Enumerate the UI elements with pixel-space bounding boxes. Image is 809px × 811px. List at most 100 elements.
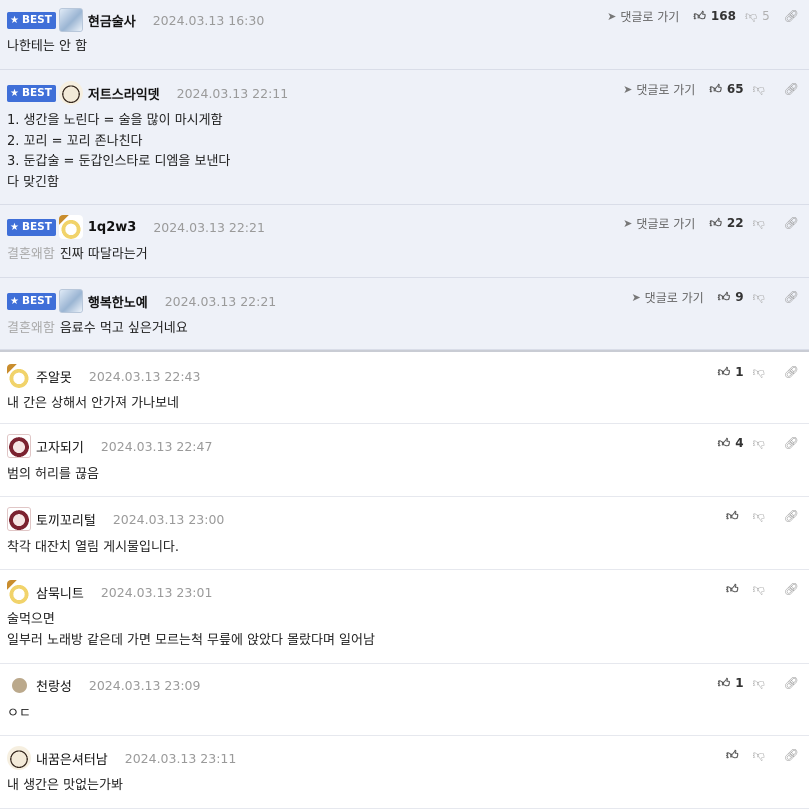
nickname[interactable]: 삼묵니트 bbox=[36, 583, 84, 602]
best-badge: ★ BEST bbox=[7, 292, 56, 310]
avatar[interactable] bbox=[58, 215, 83, 239]
comment-text: 결혼왜함 음료수 먹고 싶은거네요 bbox=[7, 321, 188, 336]
like-button[interactable]: 👍︎ 168 bbox=[693, 9, 736, 24]
comment: 주알못 2024.03.13 22:43 👍︎ 1 👎︎ 🔗︎ 내 간은 상해서 … bbox=[0, 352, 809, 424]
comment-text: 결혼왜함 진짜 따달라는거 bbox=[7, 247, 148, 262]
nickname[interactable]: 주알못 bbox=[36, 367, 72, 386]
thumbs-up-icon: 👍︎ bbox=[717, 289, 731, 304]
best-comment: ★ BEST 행복한노예 2024.03.13 22:21 ➤ 댓글로 가기 👍︎ 9… bbox=[0, 278, 809, 350]
avatar[interactable] bbox=[58, 289, 83, 313]
like-button[interactable]: 👍︎ 1 bbox=[718, 676, 744, 691]
thumbs-down-icon: 👎︎ bbox=[752, 435, 765, 450]
avatar[interactable] bbox=[58, 8, 83, 32]
comment-text: 술먹으면 일부러 노래방 같은데 가면 모르는척 무릎에 앉았다 몰랐다며 일어… bbox=[7, 612, 375, 648]
comment-date: 2024.03.13 23:01 bbox=[100, 584, 213, 600]
dislike-button[interactable]: 👎︎ bbox=[753, 582, 770, 597]
thumbs-down-icon: 👎︎ bbox=[752, 508, 765, 523]
comment-date: 2024.03.13 23:09 bbox=[88, 677, 201, 693]
comment-date: 2024.03.13 22:43 bbox=[88, 368, 201, 384]
comment-text: 착각 대잔치 열림 게시물입니다. bbox=[7, 540, 180, 555]
link-icon[interactable]: 🔗︎ bbox=[784, 82, 799, 96]
thumbs-down-icon: 👎︎ bbox=[752, 364, 765, 379]
like-button[interactable]: 👍︎ bbox=[726, 582, 744, 597]
nickname[interactable]: 저트스라익뎃 bbox=[88, 84, 160, 103]
nickname[interactable]: 1q2w3 bbox=[88, 220, 136, 235]
like-button[interactable]: 👍︎ 9 bbox=[718, 290, 744, 305]
go-to-reply-link[interactable]: ➤ 댓글로 가기 bbox=[631, 289, 703, 306]
dislike-button[interactable]: 👎︎ bbox=[753, 365, 770, 380]
go-to-reply-link[interactable]: ➤ 댓글로 가기 bbox=[607, 8, 679, 25]
dislike-button[interactable]: 👎︎ bbox=[753, 82, 770, 97]
thumbs-down-icon: 👎︎ bbox=[744, 8, 758, 23]
star-icon: ★ bbox=[10, 221, 19, 233]
thumbs-up-icon: 👍︎ bbox=[693, 8, 706, 23]
like-button[interactable]: 👍︎ 22 bbox=[709, 216, 743, 231]
link-icon[interactable]: 🔗︎ bbox=[784, 216, 799, 230]
send-arrow-icon: ➤ bbox=[631, 290, 641, 304]
nickname[interactable]: 내꿈은셔터남 bbox=[36, 749, 108, 768]
go-to-reply-link[interactable]: ➤ 댓글로 가기 bbox=[623, 81, 695, 98]
link-icon[interactable]: 🔗︎ bbox=[784, 509, 799, 523]
link-icon[interactable]: 🔗︎ bbox=[784, 676, 799, 690]
thumbs-up-icon: 👍︎ bbox=[709, 81, 722, 96]
avatar[interactable] bbox=[7, 746, 31, 770]
thumbs-up-icon: 👍︎ bbox=[717, 364, 731, 379]
link-icon[interactable]: 🔗︎ bbox=[784, 582, 799, 596]
comment-date: 2024.03.13 23:00 bbox=[112, 511, 225, 527]
nickname[interactable]: 토끼꼬리털 bbox=[36, 510, 96, 529]
link-icon[interactable]: 🔗︎ bbox=[784, 748, 799, 762]
link-icon[interactable]: 🔗︎ bbox=[784, 365, 799, 379]
star-icon: ★ bbox=[10, 14, 19, 26]
avatar[interactable] bbox=[7, 364, 31, 388]
comment-text: ㅇㄷ bbox=[7, 706, 31, 721]
comment-text: 나한테는 안 함 bbox=[7, 39, 88, 54]
like-button[interactable]: 👍︎ 4 bbox=[718, 436, 744, 451]
best-comment: ★ BEST 1q2w3 2024.03.13 22:21 ➤ 댓글로 가기 👍︎ 2… bbox=[0, 205, 809, 278]
dislike-button[interactable]: 👎︎ bbox=[753, 290, 770, 305]
comment: 천랑성 2024.03.13 23:09 👍︎ 1 👎︎ 🔗︎ ㅇㄷ bbox=[0, 664, 809, 736]
star-icon: ★ bbox=[10, 87, 19, 99]
like-button[interactable]: 👍︎ bbox=[726, 748, 744, 763]
dislike-button[interactable]: 👎︎ bbox=[753, 216, 770, 231]
avatar[interactable] bbox=[7, 434, 31, 458]
nickname[interactable]: 고자되기 bbox=[36, 437, 84, 456]
nickname[interactable]: 현금술사 bbox=[88, 11, 136, 30]
dislike-button[interactable]: 👎︎ 5 bbox=[745, 9, 770, 24]
comment: 삼묵니트 2024.03.13 23:01 👍︎ 👎︎ 🔗︎ 술먹으면 일부러 … bbox=[0, 570, 809, 664]
thumbs-down-icon: 👎︎ bbox=[752, 289, 765, 304]
link-icon[interactable]: 🔗︎ bbox=[784, 9, 799, 23]
avatar[interactable] bbox=[7, 507, 31, 531]
best-badge: ★ BEST bbox=[7, 84, 56, 102]
dislike-button[interactable]: 👎︎ bbox=[753, 748, 770, 763]
like-button[interactable]: 👍︎ bbox=[726, 509, 744, 524]
dislike-button[interactable]: 👎︎ bbox=[753, 509, 770, 524]
comment-text: 1. 생간을 노린다 = 술을 많이 마시게함 2. 꼬리 = 꼬리 존나친다 … bbox=[7, 113, 231, 190]
avatar[interactable] bbox=[58, 81, 83, 105]
send-arrow-icon: ➤ bbox=[607, 9, 617, 23]
nickname[interactable]: 천랑성 bbox=[36, 676, 72, 695]
send-arrow-icon: ➤ bbox=[623, 216, 633, 230]
thumbs-up-icon: 👍︎ bbox=[709, 215, 722, 230]
comment-text: 내 생간은 맛없는가봐 bbox=[7, 778, 123, 793]
comment-date: 2024.03.13 22:21 bbox=[153, 219, 265, 235]
dislike-button[interactable]: 👎︎ bbox=[753, 436, 770, 451]
comment-text: 범의 허리를 끊음 bbox=[7, 467, 99, 482]
link-icon[interactable]: 🔗︎ bbox=[784, 290, 799, 304]
user-tag: 결혼왜함 bbox=[7, 321, 55, 336]
thumbs-down-icon: 👎︎ bbox=[752, 675, 765, 690]
like-button[interactable]: 👍︎ 65 bbox=[709, 82, 743, 97]
thumbs-up-icon: 👍︎ bbox=[726, 508, 739, 523]
like-button[interactable]: 👍︎ 1 bbox=[718, 365, 744, 380]
thumbs-up-icon: 👍︎ bbox=[726, 581, 739, 596]
avatar[interactable] bbox=[12, 677, 27, 693]
dislike-button[interactable]: 👎︎ bbox=[753, 676, 770, 691]
avatar[interactable] bbox=[7, 580, 31, 604]
link-icon[interactable]: 🔗︎ bbox=[784, 436, 799, 450]
comment-date: 2024.03.13 16:30 bbox=[152, 12, 265, 28]
thumbs-down-icon: 👎︎ bbox=[752, 81, 765, 96]
go-to-reply-link[interactable]: ➤ 댓글로 가기 bbox=[623, 215, 695, 232]
thumbs-up-icon: 👍︎ bbox=[717, 675, 731, 690]
thumbs-down-icon: 👎︎ bbox=[752, 747, 765, 762]
nickname[interactable]: 행복한노예 bbox=[88, 292, 148, 311]
thumbs-up-icon: 👍︎ bbox=[717, 435, 731, 450]
